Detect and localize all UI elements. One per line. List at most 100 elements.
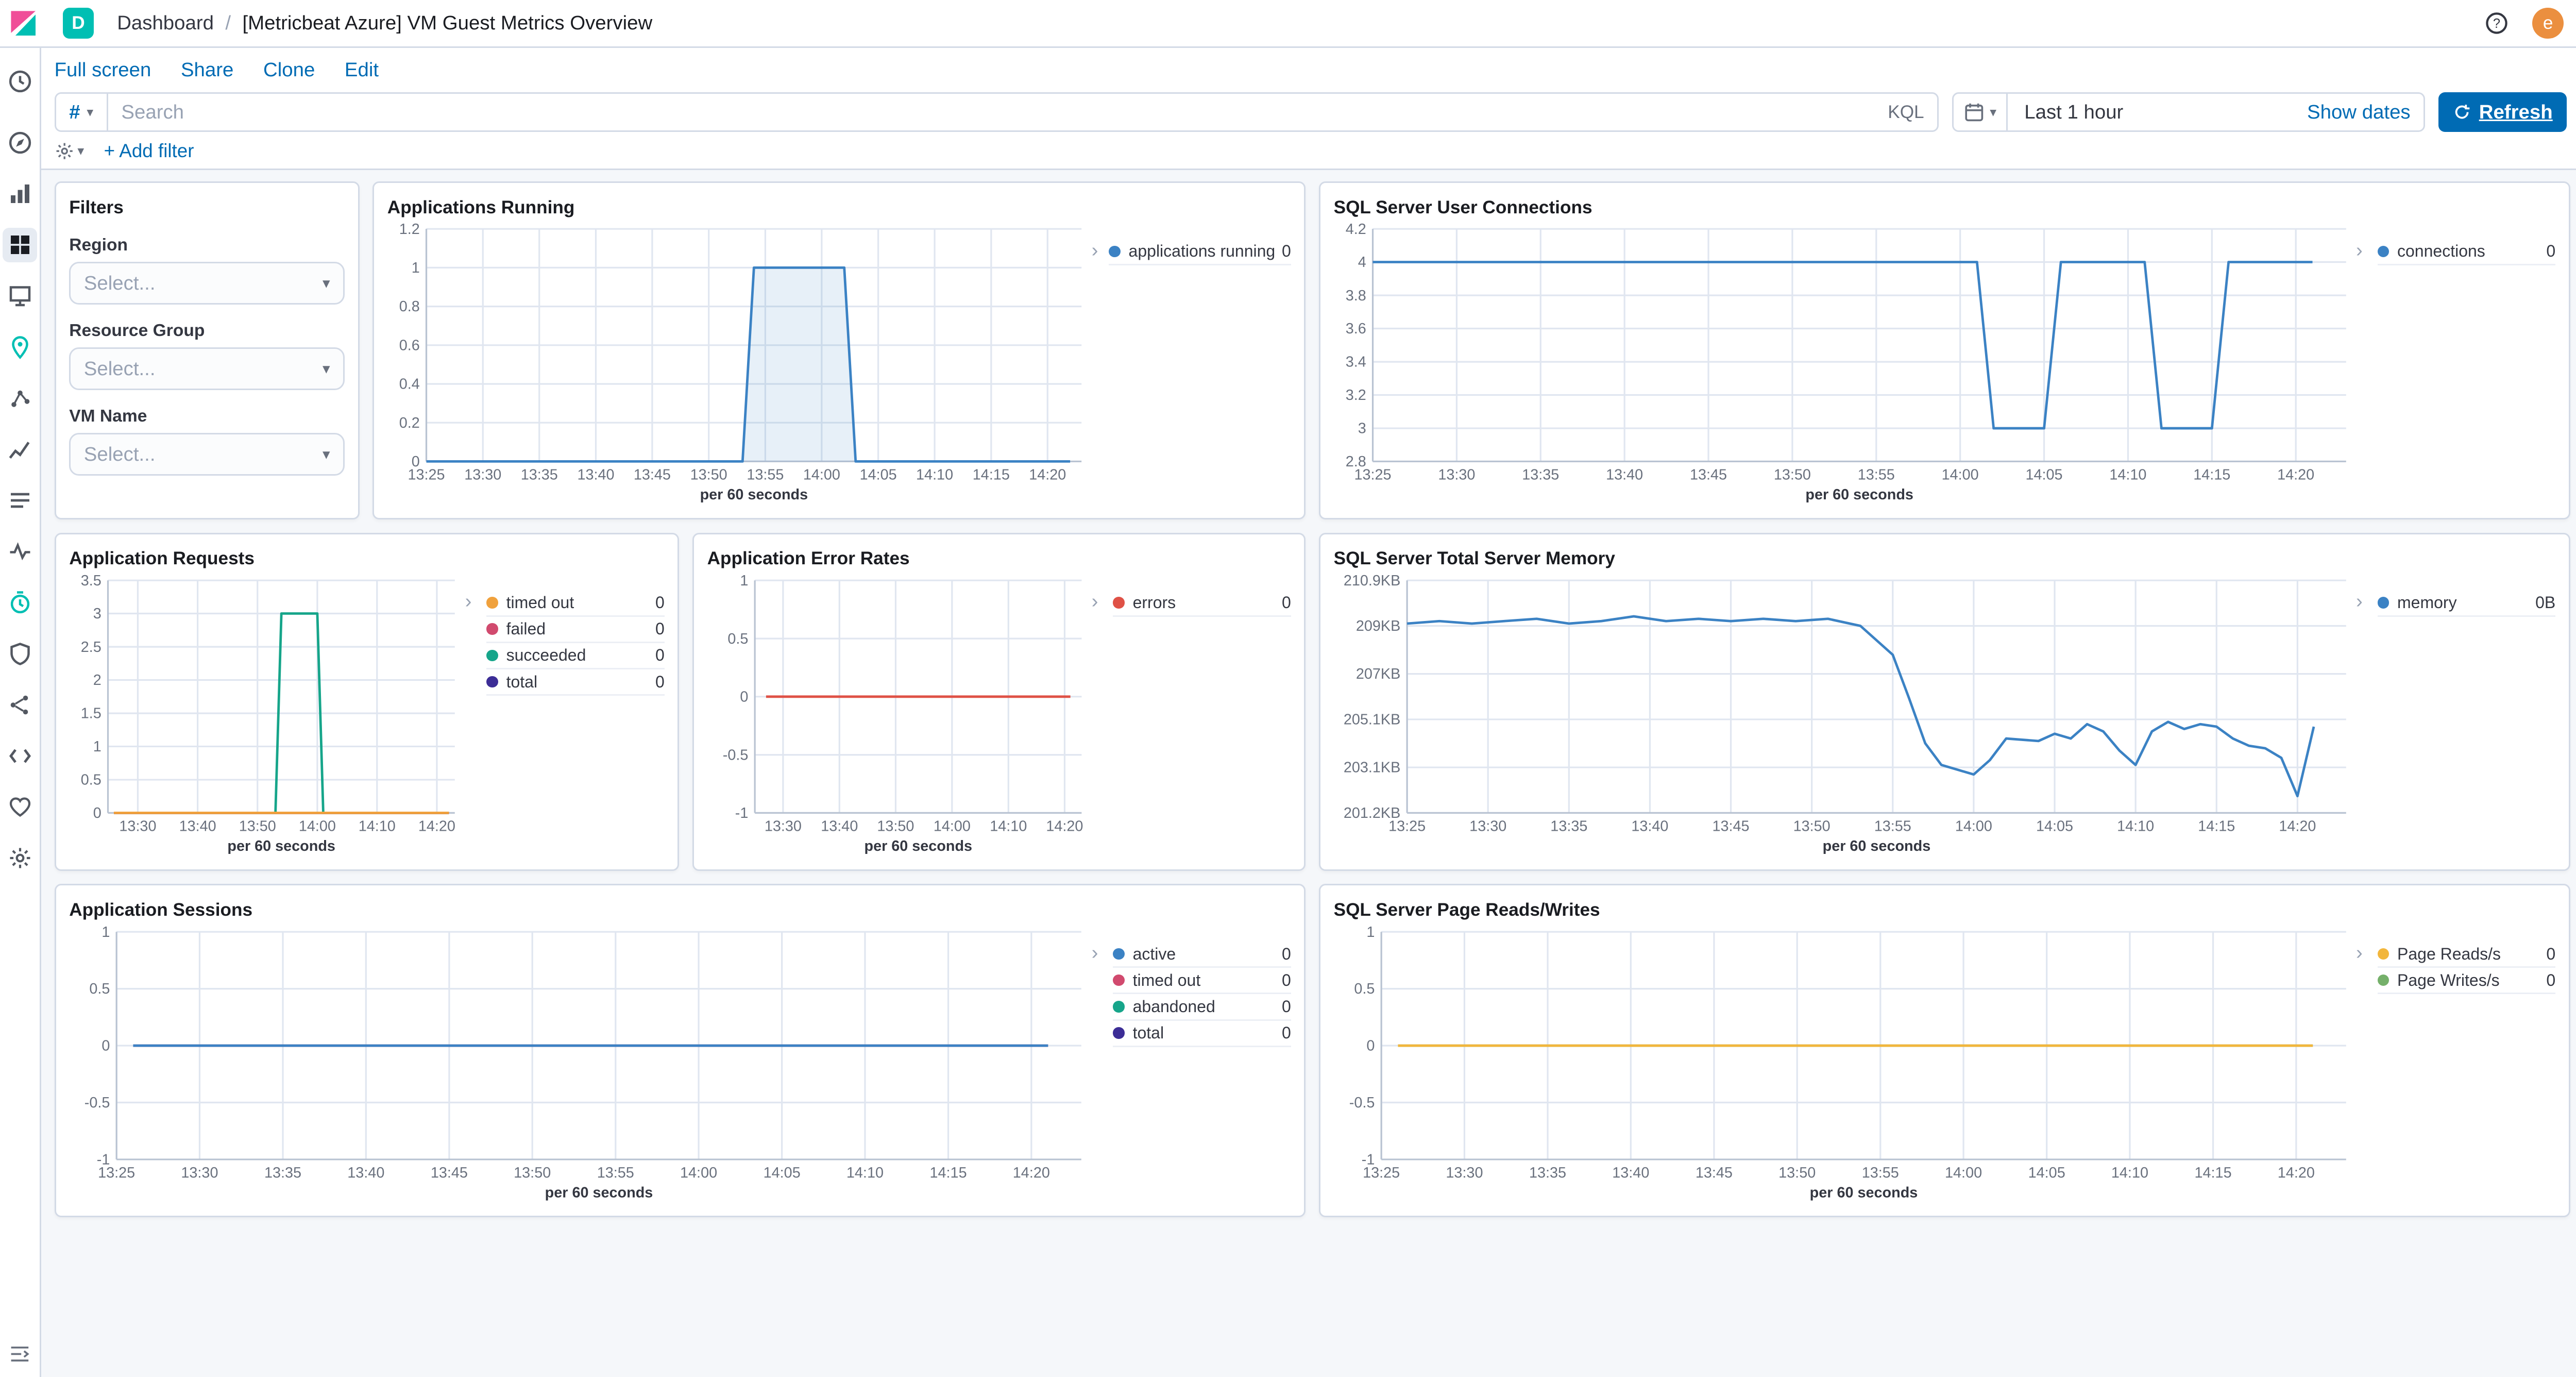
menu-edit[interactable]: Edit [345, 59, 379, 81]
legend-item[interactable]: applications running0 [1109, 239, 1291, 265]
server-memory-chart[interactable]: 13:2513:3013:3513:4013:4513:5013:5514:00… [1334, 570, 2356, 856]
legend-item[interactable]: total0 [1113, 1021, 1291, 1047]
search-input[interactable] [108, 94, 1937, 130]
menu-clone[interactable]: Clone [263, 59, 315, 81]
user-avatar[interactable]: e [2532, 8, 2564, 39]
svg-text:0: 0 [1366, 1037, 1375, 1054]
chart-legend: › Page Reads/s0Page Writes/s0 [2356, 922, 2555, 1202]
refresh-button[interactable]: Refresh [2438, 92, 2567, 132]
legend-collapse-icon[interactable]: › [2356, 942, 2378, 965]
sidebar-item-siem[interactable] [3, 636, 37, 671]
sidebar-item-metrics[interactable] [3, 432, 37, 466]
chevron-down-icon: ▾ [77, 143, 84, 159]
legend-value: 0B [2535, 593, 2555, 612]
legend-item[interactable]: timed out0 [486, 590, 665, 616]
legend-item[interactable]: abandoned0 [1113, 994, 1291, 1020]
menu-share[interactable]: Share [181, 59, 233, 81]
sidebar-item-dashboard[interactable] [3, 228, 37, 262]
filter-select[interactable]: Select...▾ [69, 262, 345, 305]
user-connections-chart[interactable]: 13:2513:3013:3513:4013:4513:5013:5514:00… [1334, 219, 2356, 505]
legend-item[interactable]: failed0 [486, 617, 665, 643]
add-filter-link[interactable]: + Add filter [104, 140, 194, 162]
show-dates-link[interactable]: Show dates [2307, 101, 2424, 124]
svg-text:-1: -1 [735, 805, 748, 821]
chart-legend: › memory0B [2356, 570, 2555, 856]
filter-select[interactable]: Select...▾ [69, 347, 345, 390]
legend-item[interactable]: succeeded0 [486, 643, 665, 669]
filter-field-label: VM Name [69, 407, 345, 426]
svg-text:1: 1 [93, 738, 101, 755]
legend-value: 0 [1282, 593, 1291, 612]
svg-text:0.4: 0.4 [399, 376, 419, 393]
applications-running-chart[interactable]: 13:2513:3013:3513:4013:4513:5013:5514:00… [387, 219, 1092, 505]
filter-fields: RegionSelect...▾Resource GroupSelect...▾… [69, 236, 345, 476]
svg-text:14:15: 14:15 [973, 467, 1010, 483]
svg-text:-1: -1 [1361, 1151, 1375, 1168]
legend-collapse-icon[interactable]: › [2356, 590, 2378, 613]
legend-collapse-icon[interactable]: › [465, 590, 487, 613]
svg-text:3.2: 3.2 [1345, 387, 1366, 404]
legend-collapse-icon[interactable]: › [1092, 590, 1113, 613]
legend-item[interactable]: active0 [1113, 942, 1291, 968]
legend-label: connections [2397, 242, 2540, 261]
sidebar-item-canvas[interactable] [3, 279, 37, 313]
legend-item[interactable]: errors0 [1113, 590, 1291, 616]
filter-bar: ▾ + Add filter [41, 132, 2576, 170]
query-bar: # ▾ KQL ▾ Last 1 hour Show dates Refresh [55, 92, 2567, 132]
error-rates-chart[interactable]: 13:3013:4013:5014:0014:1014:20-1-0.500.5… [707, 570, 1092, 856]
sidebar-item-apm[interactable] [3, 534, 37, 569]
svg-text:13:55: 13:55 [1874, 818, 1911, 835]
legend-collapse-icon[interactable]: › [2356, 239, 2378, 262]
svg-text:0: 0 [93, 805, 101, 821]
sidebar-item-logs[interactable] [3, 483, 37, 517]
sidebar-item-recently-viewed[interactable] [3, 64, 37, 99]
legend-item[interactable]: memory0B [2378, 590, 2556, 616]
help-icon[interactable]: ? [2484, 11, 2509, 36]
legend-value: 0 [655, 673, 665, 692]
legend-item[interactable]: timed out0 [1113, 968, 1291, 994]
legend-item[interactable]: total0 [486, 669, 665, 696]
application-sessions-chart[interactable]: 13:2513:3013:3513:4013:4513:5013:5514:00… [69, 922, 1091, 1202]
filter-options-button[interactable]: ▾ [55, 141, 84, 161]
legend-item[interactable]: Page Writes/s0 [2378, 968, 2556, 994]
sidebar-item-dev-tools[interactable] [3, 738, 37, 773]
svg-text:13:55: 13:55 [1861, 1165, 1899, 1181]
space-badge[interactable]: D [63, 8, 94, 39]
legend-color-dot [1113, 597, 1124, 608]
panel-sql-total-server-memory: SQL Server Total Server Memory 13:2513:3… [1319, 533, 2570, 871]
legend-value: 0 [1282, 1023, 1291, 1043]
sidebar-item-machine-learning[interactable] [3, 381, 37, 415]
saved-query-menu-button[interactable]: # ▾ [55, 92, 107, 132]
sidebar-item-uptime[interactable] [3, 585, 37, 620]
filter-select[interactable]: Select...▾ [69, 433, 345, 476]
sidebar-item-visualize[interactable] [3, 176, 37, 211]
kibana-dashboard-app: D Dashboard / [Metricbeat Azure] VM Gues… [0, 0, 2576, 1377]
menu-full-screen[interactable]: Full screen [55, 59, 151, 81]
sidebar-item-graph[interactable] [3, 687, 37, 722]
query-language-label[interactable]: KQL [1888, 102, 1924, 123]
svg-text:3.8: 3.8 [1345, 288, 1366, 304]
panel-sql-page-reads-writes: SQL Server Page Reads/Writes 13:2513:301… [1319, 884, 2570, 1217]
legend-collapse-icon[interactable]: › [1092, 239, 1109, 262]
sidebar-item-maps[interactable] [3, 330, 37, 364]
svg-text:13:30: 13:30 [764, 818, 801, 835]
page-reads-writes-chart[interactable]: 13:2513:3013:3513:4013:4513:5013:5514:00… [1334, 922, 2356, 1202]
kibana-logo[interactable] [8, 8, 38, 38]
nav-collapse-button[interactable] [8, 1342, 31, 1366]
breadcrumb-dashboard-link[interactable]: Dashboard [117, 12, 214, 35]
time-range-label[interactable]: Last 1 hour [2008, 101, 2307, 124]
application-requests-chart[interactable]: 13:3013:4013:5014:0014:1014:2000.511.522… [69, 570, 465, 856]
svg-text:13:35: 13:35 [1529, 1165, 1566, 1181]
chart-legend: › errors0 [1092, 570, 1291, 856]
legend-item[interactable]: Page Reads/s0 [2378, 942, 2556, 968]
sidebar-item-discover[interactable] [3, 125, 37, 160]
svg-text:13:40: 13:40 [1612, 1165, 1649, 1181]
sidebar-item-stack-monitoring[interactable] [3, 790, 37, 825]
svg-text:3.4: 3.4 [1345, 354, 1366, 371]
chevron-down-icon: ▾ [87, 105, 93, 120]
sidebar-item-management[interactable] [3, 841, 37, 876]
legend-item[interactable]: connections0 [2378, 239, 2556, 265]
svg-text:14:10: 14:10 [916, 467, 953, 483]
legend-collapse-icon[interactable]: › [1092, 942, 1113, 965]
calendar-button[interactable]: ▾ [1954, 94, 2008, 130]
